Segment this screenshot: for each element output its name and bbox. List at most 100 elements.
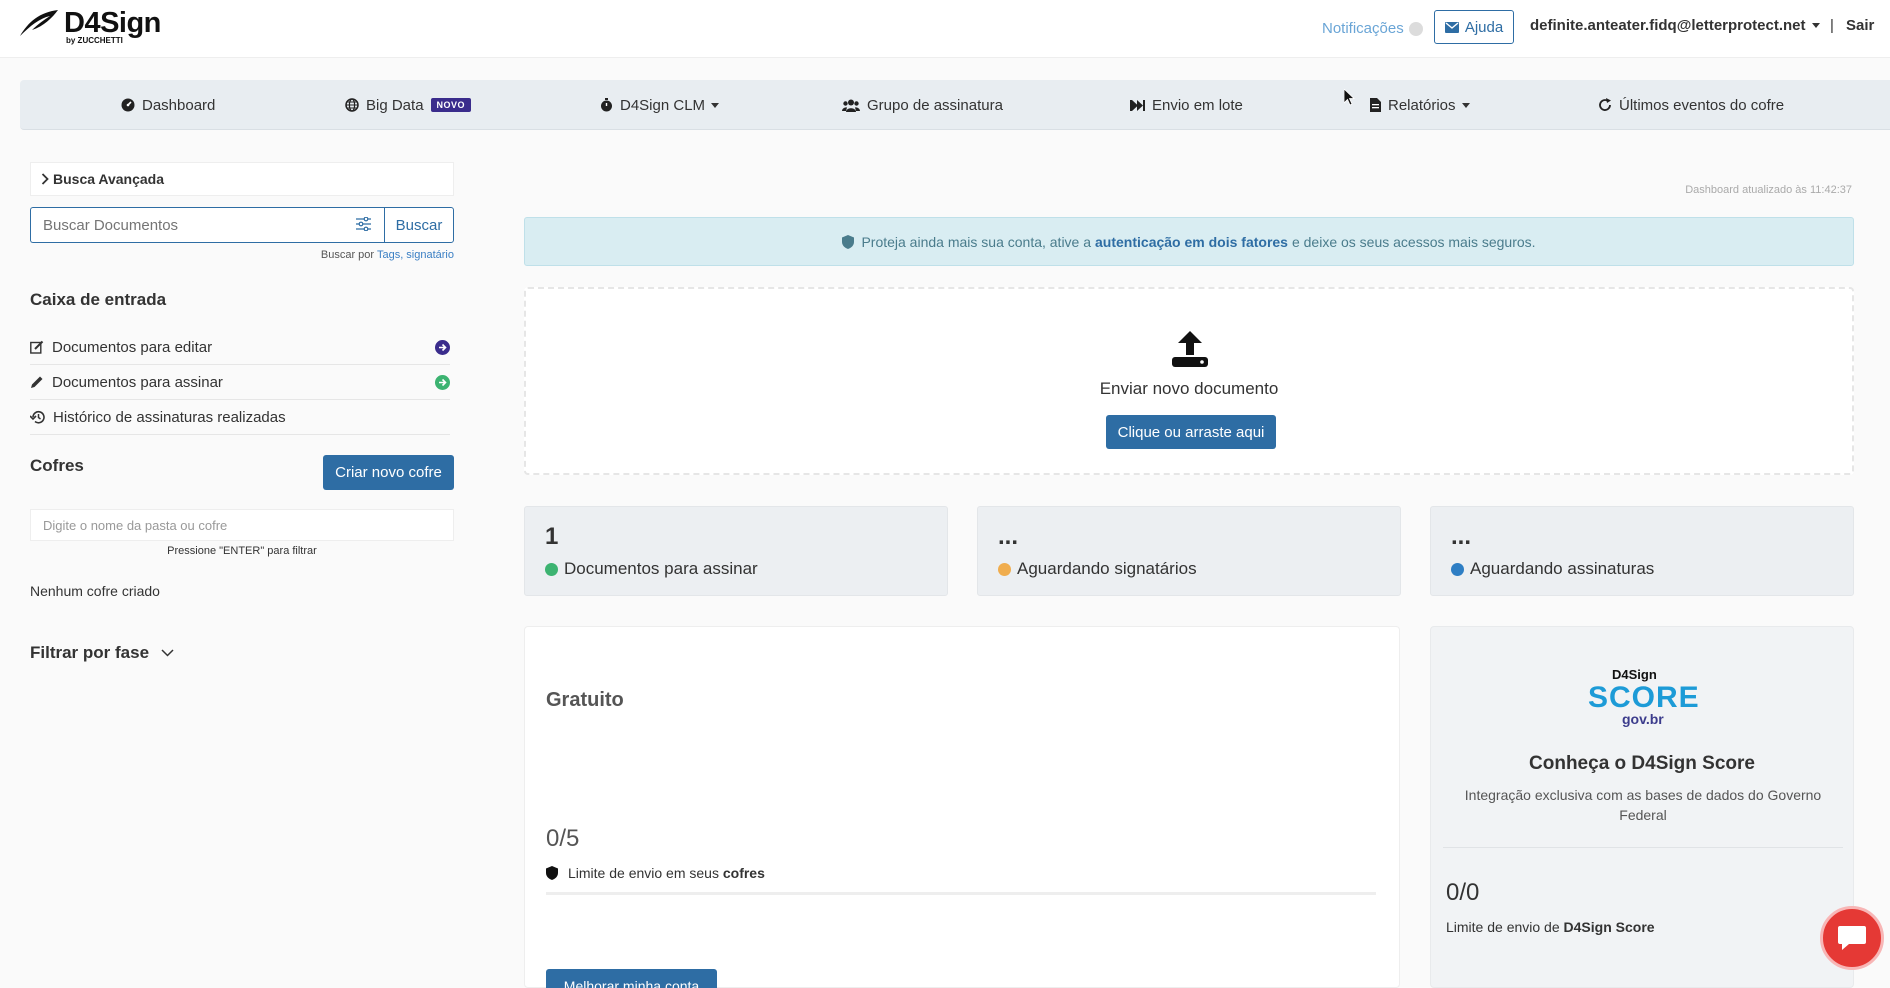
folder-filter-input[interactable]: Digite o nome da pasta ou cofre (30, 509, 454, 541)
nav-big-data[interactable]: Big Data NOVO (345, 80, 472, 130)
stat-label-text: Aguardando signatários (1017, 559, 1197, 578)
search-hint: Buscar por Tags, signatário (321, 249, 454, 261)
nav-label: Big Data (366, 96, 424, 114)
score-word: SCORE (1588, 681, 1700, 714)
inbox-item-sign[interactable]: Documentos para assinar (30, 365, 450, 400)
advanced-search-label: Busca Avançada (53, 171, 165, 187)
upload-dropzone[interactable]: Enviar novo documento Clique ou arraste … (524, 287, 1854, 475)
users-icon (842, 99, 860, 112)
plan-limit-prefix: Limite de envio em seus (568, 865, 719, 881)
score-limit-bold: D4Sign Score (1563, 919, 1655, 935)
score-limit: Limite de envio de D4Sign Score (1446, 919, 1655, 935)
phase-filter-toggle[interactable]: Filtrar por fase (30, 643, 174, 663)
dashboard-icon (121, 98, 135, 112)
status-dot (545, 562, 558, 576)
inbox-item-label: Documentos para editar (52, 338, 213, 356)
stat-card-awaiting-signers[interactable]: ... Aguardando signatários (977, 506, 1401, 596)
stopwatch-icon (601, 98, 612, 112)
stat-card-to-sign[interactable]: 1 Documentos para assinar (524, 506, 948, 596)
nav-grupo-assinatura[interactable]: Grupo de assinatura (842, 80, 1003, 130)
no-vault-message: Nenhum cofre criado (30, 583, 160, 599)
score-title: Conheça o D4Sign Score (1529, 753, 1755, 774)
plan-limit-bold: cofres (722, 865, 765, 881)
search-hint-links[interactable]: Tags, signatário (377, 249, 454, 261)
new-badge: NOVO (430, 98, 472, 112)
nav-relatorios[interactable]: Relatórios (1370, 80, 1470, 130)
logo-text: D4Sign (64, 7, 161, 39)
alert-prefix: Proteja ainda mais sua conta, ative a (861, 233, 1092, 250)
stat-label: Documentos para assinar (545, 559, 758, 579)
chevron-down-icon (161, 649, 174, 657)
report-icon (1370, 98, 1381, 112)
nav-label: Últimos eventos do cofre (1619, 96, 1785, 114)
two-factor-alert: Proteja ainda mais sua conta, ative a au… (524, 217, 1854, 266)
inbox-item-history[interactable]: Histórico de assinaturas realizadas (30, 400, 450, 435)
stat-value: ... (1451, 523, 1472, 550)
plan-usage-bar (546, 892, 1376, 895)
create-vault-button[interactable]: Criar novo cofre (323, 455, 454, 490)
nav-d4sign-clm[interactable]: D4Sign CLM (600, 80, 720, 130)
shield-icon (546, 866, 558, 880)
main-nav: Dashboard Big Data NOVO D4Sign CLM Grupo… (20, 80, 1890, 130)
dashboard-updated-time: Dashboard atualizado às 11:42:37 (1685, 184, 1852, 196)
nav-label: Grupo de assinatura (867, 96, 1003, 114)
score-description: Integração exclusiva com as bases de dad… (1464, 787, 1822, 823)
user-menu[interactable]: definite.anteater.fidq@letterprotect.net (1530, 17, 1820, 34)
shield-icon (842, 234, 855, 249)
caret-down-icon (1811, 23, 1820, 28)
document-search: Buscar (30, 207, 454, 243)
score-sub: gov.br (1622, 711, 1664, 727)
enter-hint: Pressione "ENTER" para filtrar (167, 545, 317, 557)
inbox-item-edit[interactable]: Documentos para editar (30, 330, 450, 365)
nav-dashboard[interactable]: Dashboard (121, 80, 215, 130)
two-factor-link[interactable]: autenticação em dois fatores (1095, 234, 1288, 250)
search-input[interactable] (30, 207, 384, 243)
top-header: D4Sign by ZUCCHETTI Notificações Ajuda d… (0, 0, 1890, 58)
arrow-right-circle-icon (435, 340, 450, 355)
chat-button[interactable] (1820, 906, 1884, 970)
stat-card-awaiting-signatures[interactable]: ... Aguardando assinaturas (1430, 506, 1854, 596)
separator: | (1830, 17, 1834, 34)
envelope-icon (1444, 21, 1459, 33)
score-usage-count: 0/0 (1446, 879, 1480, 906)
score-limit-prefix: Limite de envio de (1446, 919, 1560, 935)
plan-title: Gratuito (546, 689, 624, 711)
logout-link[interactable]: Sair (1846, 17, 1874, 34)
edit-icon (30, 340, 44, 354)
stat-label: Aguardando signatários (998, 559, 1197, 579)
chat-bubble-icon (1838, 926, 1866, 950)
score-card: D4Sign SCORE gov.br Conheça o D4Sign Sco… (1430, 626, 1854, 988)
nav-ultimos-eventos[interactable]: Últimos eventos do cofre (1598, 80, 1784, 130)
notifications-link[interactable]: Notificações (1322, 20, 1423, 37)
stat-label-text: Documentos para assinar (564, 559, 758, 578)
nav-label: D4Sign CLM (620, 96, 706, 114)
status-dot (998, 562, 1011, 576)
phase-filter-label: Filtrar por fase (30, 643, 150, 662)
inbox-item-label: Documentos para assinar (52, 373, 223, 391)
notifications-indicator (1408, 21, 1423, 36)
inbox-title: Caixa de entrada (30, 290, 167, 309)
alert-suffix: e deixe os seus acessos mais seguros. (1291, 233, 1536, 250)
nav-envio-lote[interactable]: Envio em lote (1130, 80, 1243, 130)
upload-button[interactable]: Clique ou arraste aqui (1106, 415, 1276, 449)
help-button[interactable]: Ajuda (1434, 10, 1514, 44)
fast-forward-icon (1130, 99, 1145, 111)
advanced-search-toggle[interactable]: Busca Avançada (30, 162, 454, 196)
nav-label: Envio em lote (1152, 96, 1243, 114)
stat-label: Aguardando assinaturas (1451, 559, 1654, 579)
divider (1443, 847, 1843, 848)
d4sign-score-logo: D4Sign SCORE gov.br (1588, 667, 1700, 729)
search-button[interactable]: Buscar (384, 207, 454, 243)
plan-card: Gratuito 0/5 Limite de envio em seus cof… (524, 626, 1400, 988)
sliders-icon[interactable] (356, 217, 371, 231)
upload-icon (1172, 331, 1208, 367)
upgrade-account-button[interactable]: Melhorar minha conta (546, 969, 717, 988)
stat-value: 1 (545, 523, 559, 550)
d4sign-logo[interactable]: D4Sign by ZUCCHETTI (18, 8, 161, 45)
chevron-right-icon (41, 173, 49, 185)
inbox-item-label: Histórico de assinaturas realizadas (53, 408, 286, 426)
search-hint-prefix: Buscar por (320, 249, 375, 261)
vaults-title: Cofres (30, 456, 84, 475)
caret-down-icon (711, 102, 720, 108)
upload-label: Enviar novo documento (1099, 379, 1279, 398)
